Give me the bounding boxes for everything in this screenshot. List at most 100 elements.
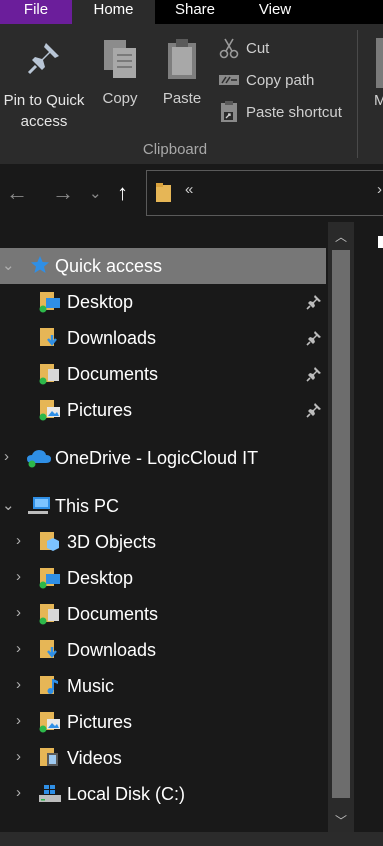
tree-item-documents[interactable]: › Documents [0,596,326,632]
tree-item-label: Videos [67,748,122,768]
tab-home[interactable]: Home [72,0,155,24]
tree-item-desktop[interactable]: › Desktop [0,560,326,596]
tree-item-quick-downloads[interactable]: Downloads [0,320,326,356]
folder-icon [156,183,171,202]
tree-item-label: Desktop [67,292,134,312]
forward-arrow-icon[interactable]: → [52,180,74,206]
ribbon-home: Pin to Quick access Copy Paste Cut Copy … [0,24,383,164]
tab-file[interactable]: File [0,0,72,24]
documents-folder-icon [39,604,59,625]
collapse-chevron-icon[interactable]: › [16,712,21,729]
tree-item-label: Downloads [67,328,157,348]
tree-item-label: Desktop [67,568,134,588]
desktop-folder-icon [39,568,60,589]
tree-item-label: This PC [55,496,120,516]
tree-item-videos[interactable]: › Videos [0,740,326,776]
copy-label: Copy [102,90,138,107]
music-folder-icon [40,676,58,694]
pin-icon [27,43,59,75]
copy-path-icon [219,75,239,85]
paste-shortcut-label: Paste shortcut [246,103,342,121]
scissors-icon [219,38,239,59]
tree-item-label: Quick access [55,256,163,276]
tree-item-3d-objects[interactable]: › 3D Objects [0,524,326,560]
collapse-chevron-icon[interactable]: › [16,676,21,693]
collapse-chevron-icon[interactable]: › [16,532,21,549]
recent-locations-chevron-icon[interactable]: ⌄ [89,184,102,202]
cut-label: Cut [246,39,270,57]
tree-item-quick-access[interactable]: ⌄ Quick access [0,248,326,284]
desktop-folder-icon [39,292,60,313]
tree-item-quick-documents[interactable]: Documents [0,356,326,392]
expand-chevron-icon[interactable]: ⌄ [2,496,15,514]
onedrive-cloud-icon [27,450,51,468]
paste-shortcut-button[interactable]: Paste shortcut [218,98,342,126]
tree-item-label: Pictures [67,712,133,732]
file-item-checkbox[interactable] [378,236,383,248]
tree-item-quick-desktop[interactable]: Desktop [0,284,326,320]
documents-folder-icon [39,364,59,385]
collapse-chevron-icon[interactable]: › [16,748,21,765]
tree-item-pictures[interactable]: › Pictures [0,704,326,740]
copy-path-label: Copy path [246,71,315,89]
paste-label: Paste [162,90,202,107]
up-arrow-icon[interactable]: ↑ [117,180,128,206]
downloads-folder-icon [40,328,57,346]
videos-folder-icon [40,748,58,766]
collapse-chevron-icon[interactable]: › [16,640,21,657]
tab-view[interactable]: View [235,0,315,24]
3d-objects-folder-icon [40,532,59,551]
paste-button[interactable]: Paste [154,24,210,134]
tree-item-label: OneDrive - LogicCloud IT [55,448,259,468]
tree-item-onedrive[interactable]: › OneDrive - LogicCloud IT [0,440,326,476]
copy-icon [104,40,136,78]
collapse-chevron-icon[interactable]: › [16,568,21,585]
address-bar[interactable]: « › [146,170,383,216]
ribbon-tabs: File Home Share View [0,0,383,24]
copy-button[interactable]: Copy [92,24,148,134]
pin-to-quick-access-label: Pin to Quick access [3,92,85,130]
move-to-icon[interactable] [376,38,383,88]
collapse-chevron-icon[interactable]: › [4,448,9,465]
navigation-pane: ⌄ Quick access Desktop Downloads Documen… [0,222,383,832]
tab-share[interactable]: Share [155,0,235,24]
collapse-chevron-icon[interactable]: › [16,784,21,801]
copy-path-button[interactable]: Copy path [218,66,314,94]
tree-item-label: Downloads [67,640,157,660]
windows-drive-icon [39,785,61,802]
breadcrumb-overflow-icon[interactable]: « [185,181,193,198]
pinned-icon [306,331,321,346]
status-bar [0,832,383,846]
pictures-folder-icon [39,400,60,421]
move-to-label-partial: M [374,92,383,109]
pinned-icon [306,295,321,310]
pinned-icon [306,403,321,418]
expand-chevron-icon[interactable]: ⌄ [2,256,15,274]
tree-item-label: Local Disk (C:) [67,784,186,804]
address-dropdown-icon[interactable]: › [377,181,382,198]
paste-shortcut-icon [221,101,237,122]
cut-button[interactable]: Cut [218,34,269,62]
star-icon [31,256,49,273]
tree-item-this-pc[interactable]: ⌄ This PC [0,488,326,524]
clipboard-icon [168,39,196,79]
pin-to-quick-access-button[interactable]: Pin to Quick access [0,24,88,134]
tree-item-local-disk[interactable]: › Local Disk (C:) [0,776,326,812]
scroll-thumb[interactable] [332,250,350,798]
downloads-folder-icon [40,640,57,658]
file-list-pane[interactable] [356,222,383,832]
tree-item-quick-pictures[interactable]: Pictures [0,392,326,428]
pinned-icon [306,367,321,382]
tree-item-label: Documents [67,604,159,624]
back-arrow-icon[interactable]: ← [6,180,28,206]
tree-item-downloads[interactable]: › Downloads [0,632,326,668]
collapse-chevron-icon[interactable]: › [16,604,21,621]
tree-item-label: Pictures [67,400,133,420]
computer-icon [28,497,50,514]
tree-item-label: 3D Objects [67,532,157,552]
scroll-up-arrow-icon[interactable]: ︿ [335,228,347,245]
tree-item-music[interactable]: › Music [0,668,326,704]
pictures-folder-icon [39,712,60,733]
scroll-down-arrow-icon[interactable]: ﹀ [335,812,347,829]
navigation-pane-scrollbar[interactable]: ︿ ﹀ [328,222,354,832]
